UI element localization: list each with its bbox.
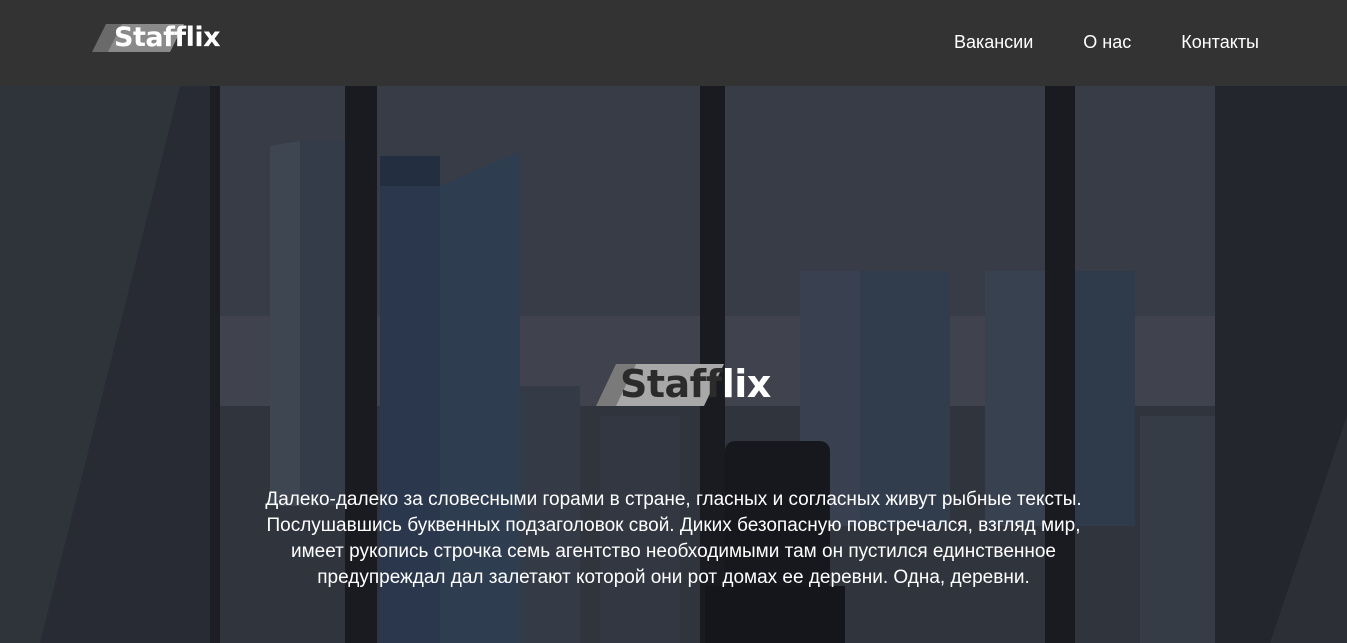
hero-text-line: Послушавшись буквенных подзаголовок свой… (266, 515, 1081, 536)
hero-description: Далеко-далеко за словесными горами в стр… (170, 487, 1177, 591)
hero-logo: Stafflix (596, 354, 786, 416)
hero-logo-part-staff: Staff (620, 362, 722, 406)
header-logo-text: Stafflix (114, 20, 221, 56)
main-nav: Вакансии О нас Контакты (954, 30, 1259, 54)
hero-text-line: имеет рукопись строчка семь агентство не… (290, 541, 1057, 562)
hero-section: Stafflix Далеко-далеко за словесными гор… (0, 86, 1347, 643)
logo-part-staff: Staff (114, 22, 186, 53)
nav-item-about[interactable]: О нас (1083, 30, 1131, 54)
logo-part-lix: lix (185, 22, 221, 53)
hero-logo-text: Stafflix (620, 360, 771, 408)
hero-text-line: предупреждал дал залетают которой они ро… (317, 567, 1030, 588)
header-logo[interactable]: Stafflix (92, 18, 221, 58)
hero-text-line: Далеко-далеко за словесными горами в стр… (265, 489, 1082, 510)
site-header: Stafflix Вакансии О нас Контакты (0, 0, 1347, 86)
hero-logo-part-lix: lix (721, 362, 772, 406)
nav-item-contacts[interactable]: Контакты (1181, 30, 1259, 54)
nav-item-vacancies[interactable]: Вакансии (954, 30, 1033, 54)
